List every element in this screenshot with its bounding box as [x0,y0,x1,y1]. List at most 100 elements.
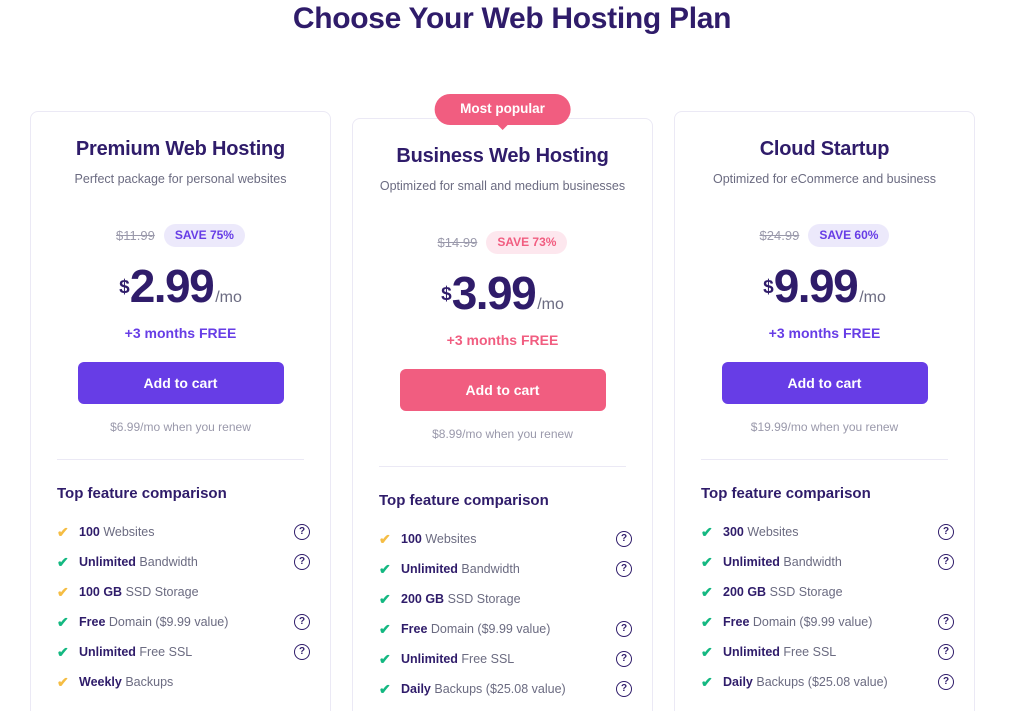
feature-row: ✔ Free Domain ($9.99 value)? [701,611,954,632]
feature-rest: Free SSL [457,651,515,666]
price-amount: 9.99 [773,260,859,312]
help-icon[interactable]: ? [294,613,310,630]
check-icon: ✔ [379,680,391,697]
section-divider [57,459,304,460]
feature-value: 100 [401,531,422,546]
save-badge: SAVE 75% [163,224,245,247]
feature-rest: SSD Storage [766,584,843,599]
free-months-note: +3 months FREE [124,325,237,341]
check-icon: ✔ [379,560,391,577]
current-price: $2.99/mo [51,263,310,309]
add-to-cart-button[interactable]: Add to cart [399,369,606,411]
feature-value: Free [401,621,428,636]
save-badge: SAVE 60% [808,224,890,247]
feature-label: 100 Websites [401,532,610,546]
check-icon: ✔ [57,673,69,690]
feature-label: 200 GB SSD Storage [723,585,932,599]
help-icon[interactable]: ? [938,643,954,660]
plan-card-grid: Premium Web Hosting Perfect package for p… [30,94,994,711]
price-save-row: $24.99 SAVE 60% [695,224,954,247]
feature-value: 200 GB [723,584,767,599]
help-icon[interactable]: ? [938,673,954,690]
help-icon[interactable]: ? [294,643,310,660]
feature-value: 200 GB [401,591,445,606]
feature-list: ✔ 100 Websites? ✔ Unlimited Bandwidth? ✔ 200 … [373,528,632,699]
help-icon[interactable]: ? [616,680,632,697]
check-icon: ✔ [701,643,713,660]
feature-value: Unlimited [79,554,136,569]
feature-value: 300 [723,524,744,539]
feature-rest: Free SSL [135,644,193,659]
feature-row: ✔ 200 GB SSD Storage [701,581,954,602]
feature-row: ✔ 100 Websites? [379,528,632,549]
feature-rest: Domain ($9.99 value) [427,621,551,636]
help-icon[interactable]: ? [938,613,954,630]
help-icon[interactable]: ? [294,553,310,570]
feature-list: ✔ 300 Websites? ✔ Unlimited Bandwidth? ✔ 200 … [695,521,954,692]
features-heading: Top feature comparison [701,485,871,502]
free-months-note: +3 months FREE [446,332,559,348]
feature-label: Unlimited Bandwidth [79,555,288,569]
help-icon[interactable]: ? [938,553,954,570]
current-price: $3.99/mo [373,270,632,316]
plan-card: Most popular Business Web Hosting Optimize… [352,94,653,711]
feature-row: ✔ Daily Backups ($25.08 value)? [701,671,954,692]
check-icon: ✔ [57,523,69,540]
plan-card: Premium Web Hosting Perfect package for p… [30,111,331,711]
plan-description: Optimized for eCommerce and business [712,172,936,186]
feature-label: Unlimited Bandwidth [723,555,932,569]
help-icon[interactable]: ? [616,620,632,637]
feature-label: 100 Websites [79,525,288,539]
help-icon[interactable]: ? [938,523,954,540]
help-icon[interactable]: ? [616,560,632,577]
help-icon[interactable]: ? [294,523,310,540]
feature-rest: Free SSL [779,644,837,659]
feature-value: Unlimited [401,651,458,666]
price-period: /mo [537,296,564,313]
features-heading: Top feature comparison [379,492,549,509]
feature-rest: Bandwidth [457,561,520,576]
feature-value: Unlimited [723,644,780,659]
feature-list: ✔ 100 Websites? ✔ Unlimited Bandwidth? ✔ 100 … [51,521,310,692]
feature-value: 100 [79,524,100,539]
check-icon: ✔ [701,523,713,540]
check-icon: ✔ [379,590,391,607]
check-icon: ✔ [701,673,713,690]
feature-rest: Websites [99,524,155,539]
renewal-price-note: $8.99/mo when you renew [432,427,573,441]
feature-value: Free [723,614,750,629]
original-price: $14.99 [437,235,478,250]
add-to-cart-button[interactable]: Add to cart [721,362,928,404]
feature-rest: Domain ($9.99 value) [105,614,229,629]
help-icon[interactable]: ? [616,650,632,667]
feature-row: ✔ Free Domain ($9.99 value)? [379,618,632,639]
feature-label: Free Domain ($9.99 value) [401,622,610,636]
feature-rest: Domain ($9.99 value) [749,614,873,629]
feature-value: Weekly [79,674,122,689]
feature-label: Weekly Backups [79,675,288,689]
feature-label: Free Domain ($9.99 value) [723,615,932,629]
price-save-row: $11.99 SAVE 75% [51,224,310,247]
add-to-cart-button[interactable]: Add to cart [77,362,284,404]
renewal-price-note: $19.99/mo when you renew [750,420,899,434]
currency-symbol: $ [119,277,130,298]
check-icon: ✔ [57,553,69,570]
price-save-row: $14.99 SAVE 73% [373,231,632,254]
feature-value: Daily [723,674,753,689]
feature-value: Daily [401,681,431,696]
help-icon[interactable]: ? [616,530,632,547]
features-heading: Top feature comparison [57,485,227,502]
feature-value: Unlimited [79,644,136,659]
feature-label: Unlimited Free SSL [723,645,932,659]
feature-label: Unlimited Free SSL [401,652,610,666]
check-icon: ✔ [379,530,391,547]
plan-name: Premium Web Hosting [75,138,286,160]
feature-row: ✔ Weekly Backups [57,671,310,692]
check-icon: ✔ [379,620,391,637]
check-icon: ✔ [379,650,391,667]
save-badge: SAVE 73% [486,231,568,254]
price-period: /mo [859,289,886,306]
feature-row: ✔ Unlimited Free SSL? [701,641,954,662]
check-icon: ✔ [701,553,713,570]
feature-rest: Bandwidth [779,554,842,569]
